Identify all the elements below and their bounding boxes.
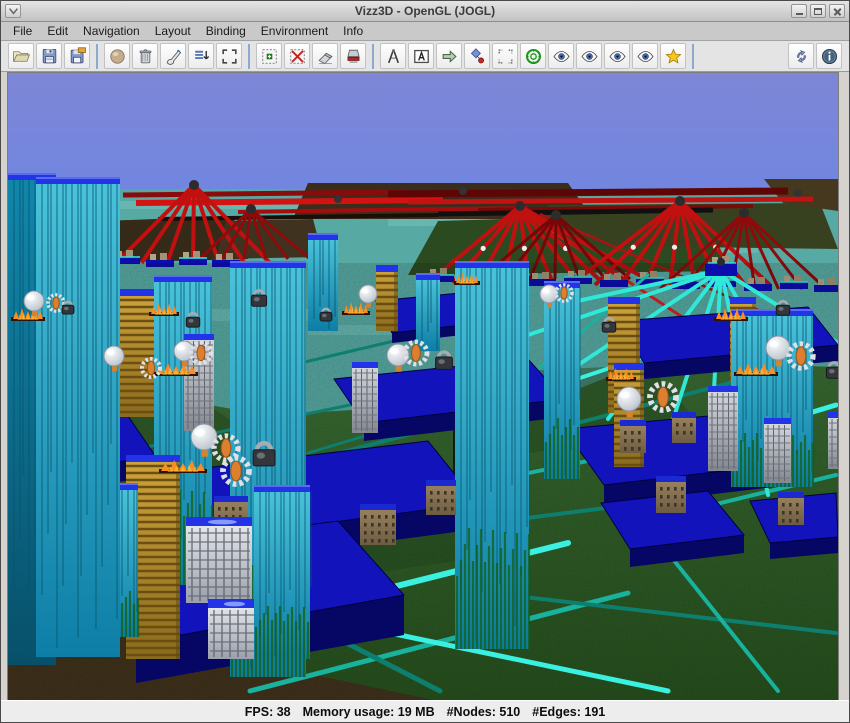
refresh-icon	[792, 47, 811, 66]
measure-button[interactable]	[380, 43, 406, 69]
sky	[8, 73, 838, 191]
save-button[interactable]	[36, 43, 62, 69]
sort-layers-button[interactable]	[188, 43, 214, 69]
title-bar: Vizz3D - OpenGL (JOGL)	[1, 1, 849, 22]
close-button[interactable]	[829, 4, 845, 18]
select-region-icon	[496, 47, 515, 66]
remove-node-button[interactable]	[284, 43, 310, 69]
forward-button[interactable]	[436, 43, 462, 69]
select-region-button[interactable]	[492, 43, 518, 69]
vizz3d-window: Vizz3D - OpenGL (JOGL) FileEditNavigatio…	[0, 0, 850, 723]
menu-bar: FileEditNavigationLayoutBindingEnvironme…	[1, 22, 849, 41]
window-title: Vizz3D - OpenGL (JOGL)	[1, 4, 849, 18]
menu-info[interactable]: Info	[337, 23, 369, 39]
fps-value: FPS: 38	[245, 705, 291, 719]
eraser-button[interactable]	[312, 43, 338, 69]
nodes-count: #Nodes: 510	[447, 705, 521, 719]
memory-usage-value: Memory usage: 19 MB	[303, 705, 435, 719]
window-controls	[791, 4, 845, 18]
toolbar	[1, 41, 849, 72]
toolbar-separator	[248, 44, 250, 69]
close-icon	[833, 7, 842, 16]
menu-layout[interactable]: Layout	[149, 23, 197, 39]
open-button[interactable]	[8, 43, 34, 69]
sphere-icon	[108, 47, 127, 66]
eye-icon	[636, 47, 655, 66]
eye-icon	[580, 47, 599, 66]
minimize-button[interactable]	[791, 4, 807, 18]
save-icon	[40, 47, 59, 66]
refresh-button[interactable]	[788, 43, 814, 69]
info-icon	[820, 47, 839, 66]
toolbar-separator	[692, 44, 694, 69]
info-button[interactable]	[816, 43, 842, 69]
eye-icon	[552, 47, 571, 66]
eye-4-button[interactable]	[632, 43, 658, 69]
sphere-button[interactable]	[104, 43, 130, 69]
toolbar-separator	[372, 44, 374, 69]
add-node-icon	[260, 47, 279, 66]
open-icon	[12, 47, 31, 66]
eraser-red-icon	[344, 47, 363, 66]
paint-icon	[164, 47, 183, 66]
scene-canvas	[8, 73, 838, 701]
minimize-icon	[796, 13, 803, 15]
compass-icon	[384, 47, 403, 66]
node-edge-button[interactable]	[464, 43, 490, 69]
menu-file[interactable]: File	[7, 23, 38, 39]
trash-icon	[136, 47, 155, 66]
label-icon	[412, 47, 431, 66]
eye-2-button[interactable]	[576, 43, 602, 69]
eye-icon	[608, 47, 627, 66]
fit-view-button[interactable]	[216, 43, 242, 69]
3d-viewport[interactable]	[7, 72, 839, 702]
timer-icon	[524, 47, 543, 66]
edges-count: #Edges: 191	[532, 705, 605, 719]
menu-environment[interactable]: Environment	[255, 23, 334, 39]
layers-icon	[192, 47, 211, 66]
eye-3-button[interactable]	[604, 43, 630, 69]
fit-icon	[220, 47, 239, 66]
arrow-right-icon	[440, 47, 459, 66]
stamp-button[interactable]	[340, 43, 366, 69]
status-bar: FPS: 38 Memory usage: 19 MB #Nodes: 510 …	[1, 700, 849, 722]
menu-edit[interactable]: Edit	[41, 23, 74, 39]
toolbar-right-group	[787, 43, 843, 69]
toolbar-separator	[96, 44, 98, 69]
maximize-icon	[814, 8, 822, 15]
remove-node-icon	[288, 47, 307, 66]
eye-1-button[interactable]	[548, 43, 574, 69]
menu-navigation[interactable]: Navigation	[77, 23, 146, 39]
favorites-button[interactable]	[660, 43, 686, 69]
save-as-button[interactable]	[64, 43, 90, 69]
maximize-button[interactable]	[810, 4, 826, 18]
paint-button[interactable]	[160, 43, 186, 69]
timer-button[interactable]	[520, 43, 546, 69]
delete-button[interactable]	[132, 43, 158, 69]
menu-binding[interactable]: Binding	[200, 23, 252, 39]
label-button[interactable]	[408, 43, 434, 69]
nodes-icon	[468, 47, 487, 66]
star-icon	[664, 47, 683, 66]
save-as-icon	[68, 47, 87, 66]
add-node-button[interactable]	[256, 43, 282, 69]
eraser-icon	[316, 47, 335, 66]
